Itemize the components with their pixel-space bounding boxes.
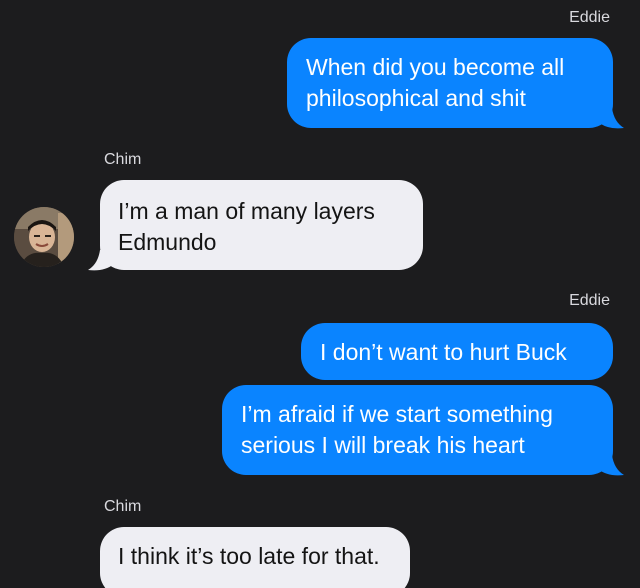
message-text: I think it’s too late for that. xyxy=(118,543,380,569)
contact-avatar[interactable] xyxy=(14,207,74,267)
sender-name-eddie: Eddie xyxy=(569,9,610,26)
message-text: I’m a man of many layers Edmundo xyxy=(118,198,375,255)
outgoing-message[interactable]: I’m afraid if we start something serious… xyxy=(222,385,613,475)
outgoing-bubble-tail xyxy=(598,455,624,476)
message-text: I’m afraid if we start something serious… xyxy=(241,401,553,458)
outgoing-bubble-tail xyxy=(598,108,624,129)
outgoing-message[interactable]: When did you become all philosophical an… xyxy=(287,38,613,128)
incoming-bubble-tail xyxy=(88,250,114,271)
message-thread: Eddie When did you become all philosophi… xyxy=(0,0,640,588)
sender-name-eddie: Eddie xyxy=(569,292,610,309)
message-text: When did you become all philosophical an… xyxy=(306,54,565,111)
sender-name-chim: Chim xyxy=(104,151,142,168)
message-text: I don’t want to hurt Buck xyxy=(320,339,567,365)
incoming-message[interactable]: I’m a man of many layers Edmundo xyxy=(100,180,423,270)
outgoing-message[interactable]: I don’t want to hurt Buck xyxy=(301,323,613,380)
sender-name-chim: Chim xyxy=(104,498,142,515)
incoming-message[interactable]: I think it’s too late for that. xyxy=(100,527,410,588)
avatar-photo-icon xyxy=(14,207,74,267)
